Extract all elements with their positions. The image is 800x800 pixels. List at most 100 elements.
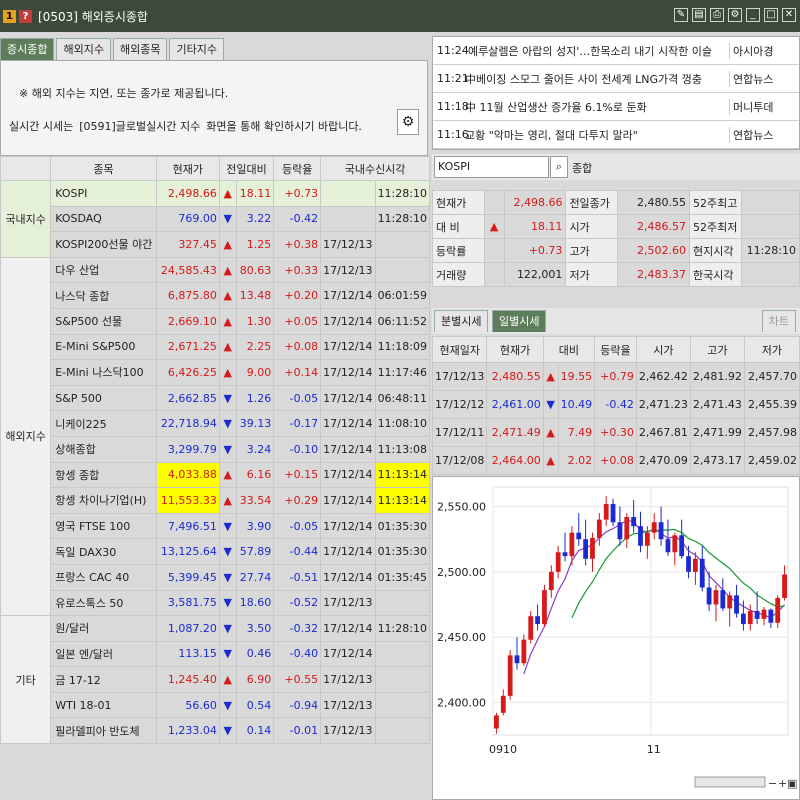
gear-icon[interactable]: ⚙ <box>397 109 419 135</box>
index-name[interactable]: 나스닥 종합 <box>50 282 157 309</box>
down-arrow-icon: ▼ <box>542 390 559 419</box>
table-row[interactable]: 항셍 차이나기업(H) 11,553.33 ▲ 33.54 +0.29 17/12/14 1… <box>1 487 431 514</box>
daily-row[interactable]: 17/12/11 2,471.49 ▲ 7.49 +0.30 2,467.81 2,471.… <box>431 418 800 447</box>
index-name[interactable]: 프랑스 CAC 40 <box>50 563 157 591</box>
table-row[interactable]: KOSPI200선물 야간 327.45 ▲ 1.25 +0.38 17/12/13 <box>1 231 431 258</box>
index-name[interactable]: 원/달러 <box>50 615 157 642</box>
index-name[interactable]: 유로스톡스 50 <box>50 589 157 617</box>
table-row[interactable]: S&P500 선물 2,669.10 ▲ 1.30 +0.05 17/12/14 06:11… <box>1 307 431 335</box>
table-row[interactable]: 기타 원/달러 1,087.20 ▼ 3.50 -0.32 17/12/14 11:28:10 <box>0 615 431 745</box>
index-name[interactable]: S&P500 선물 <box>50 307 157 335</box>
col-header-rate[interactable]: 등락율 <box>273 156 322 181</box>
index-name[interactable]: 금 17-12 <box>50 666 157 693</box>
table-row[interactable]: KOSDAQ 769.00 ▼ 3.22 -0.42 11:28:10 <box>1 205 431 233</box>
col-header-time[interactable]: 국내수신시각 <box>320 156 430 181</box>
news-item[interactable]: 11:18 中 11월 산업생산 증가율 6.1%로 둔화 머니투데 <box>433 93 799 121</box>
index-name[interactable]: 항셍 차이나기업(H) <box>50 487 157 514</box>
index-name[interactable]: 필라델피아 반도체 <box>50 717 157 745</box>
daily-col-header[interactable]: 저가 <box>743 336 800 363</box>
tab-market-summary[interactable]: 증시종합 <box>0 38 55 60</box>
save-icon[interactable]: ▤ <box>692 8 706 22</box>
chart-scrollbar[interactable] <box>694 776 766 788</box>
index-name[interactable]: S&P 500 <box>50 384 157 412</box>
index-name[interactable]: KOSPI200선물 야간 <box>50 231 157 258</box>
daily-row[interactable]: 17/12/08 2,464.00 ▲ 2.02 +0.08 2,470.09 2,473.… <box>431 446 800 475</box>
close-icon[interactable]: ✕ <box>782 8 796 22</box>
index-name[interactable]: WTI 18-01 <box>50 691 157 719</box>
table-row[interactable]: 필라델피아 반도체 1,233.04 ▼ 0.14 -0.01 17/12/13 <box>1 717 431 745</box>
news-item[interactable]: 11:24 '예루살렘은 아랍의 성지'…한목소리 내기 시작한 이슬 아시아경 <box>433 37 799 65</box>
news-headline[interactable]: 中베이징 스모그 줄어든 사이 전세계 LNG가격 껑충 <box>465 71 729 87</box>
recv-time <box>374 256 431 284</box>
maximize-icon[interactable]: □ <box>764 8 778 22</box>
index-name[interactable]: 니케이225 <box>50 410 157 437</box>
index-name[interactable]: 항셍 종합 <box>50 461 157 489</box>
table-row[interactable]: WTI 18-01 56.60 ▼ 0.54 -0.94 17/12/13 <box>1 691 431 719</box>
news-headline[interactable]: 中 11월 산업생산 증가율 6.1%로 둔화 <box>465 99 729 115</box>
tab-minute-price[interactable]: 분별시세 <box>434 310 489 332</box>
table-row[interactable]: 독일 DAX30 13,125.64 ▼ 57.89 -0.44 17/12/14 01:3… <box>1 538 431 565</box>
table-row[interactable]: 금 17-12 1,245.40 ▲ 6.90 +0.55 17/12/13 <box>1 666 431 693</box>
table-row[interactable]: 나스닥 종합 6,875.80 ▲ 13.48 +0.20 17/12/14 06:01:5… <box>1 282 431 309</box>
col-header-change[interactable]: 전일대비 <box>218 156 275 181</box>
tab-overseas-index[interactable]: 해외지수 <box>56 38 111 60</box>
window-title: [0503] 해외증시종합 <box>38 9 148 24</box>
index-name[interactable]: E-Mini S&P500 <box>50 333 157 361</box>
tab-daily-price[interactable]: 일별시세 <box>492 310 547 332</box>
table-row[interactable]: 프랑스 CAC 40 5,399.45 ▼ 27.74 -0.51 17/12/14 01:… <box>1 563 431 591</box>
table-row[interactable]: 해외지수 다우 산업 24,585.43 ▲ 80.63 +0.33 17/12/13 <box>0 256 431 617</box>
daily-col-header[interactable]: 현재일자 <box>431 336 488 363</box>
index-name[interactable]: 다우 산업 <box>50 256 157 284</box>
table-row[interactable]: E-Mini 나스닥100 6,426.25 ▲ 9.00 +0.14 17/12/14 1… <box>1 359 431 386</box>
daily-col-header[interactable]: 현재가 <box>486 336 544 363</box>
chart-button[interactable]: 차트 <box>761 310 796 332</box>
index-name[interactable]: E-Mini 나스닥100 <box>50 359 157 386</box>
col-header-name[interactable]: 종목 <box>50 156 157 181</box>
zoom-out-icon[interactable]: − <box>768 777 777 790</box>
minimize-icon[interactable]: _ <box>746 8 760 22</box>
candle-body <box>535 616 540 625</box>
index-name[interactable]: KOSPI <box>50 180 157 207</box>
index-name[interactable]: 영국 FTSE 100 <box>50 512 157 540</box>
table-row[interactable]: 상해종합 3,299.79 ▼ 3.24 -0.10 17/12/14 11:13:08 <box>1 435 431 463</box>
news-headline[interactable]: '예루살렘은 아랍의 성지'…한목소리 내기 시작한 이슬 <box>465 43 729 59</box>
table-row[interactable]: E-Mini S&P500 2,671.25 ▲ 2.25 +0.08 17/12/14 1… <box>1 333 431 361</box>
symbol-input[interactable]: KOSPI <box>434 156 549 178</box>
table-row[interactable]: 니케이225 22,718.94 ▼ 39.13 -0.17 17/12/14 11:08:… <box>1 410 431 437</box>
window-number-icon[interactable]: 1 <box>3 9 16 23</box>
index-name[interactable]: 일본 엔/달러 <box>50 640 157 668</box>
chart-settings-icon[interactable]: ▣ <box>787 777 797 790</box>
settings-icon[interactable]: ⚙ <box>728 8 742 22</box>
print-icon[interactable]: ⎙ <box>710 8 724 22</box>
news-item[interactable]: 11:16 교황 "악마는 영리, 절대 다투지 말라" 연합뉴스 <box>433 121 799 149</box>
index-name[interactable]: 상해종합 <box>50 435 157 463</box>
daily-cell: 2,457.70 <box>743 362 800 391</box>
candle-body <box>562 552 568 557</box>
table-row[interactable]: S&P 500 2,662.85 ▼ 1.26 -0.05 17/12/14 06:48:1… <box>1 384 431 412</box>
table-row[interactable]: 일본 엔/달러 113.15 ▼ 0.46 -0.40 17/12/14 <box>1 640 431 668</box>
news-headline[interactable]: 교황 "악마는 영리, 절대 다투지 말라" <box>465 127 729 143</box>
daily-row[interactable]: 17/12/13 2,480.55 ▲ 19.55 +0.79 2,462.42 2,481… <box>431 362 800 391</box>
search-icon[interactable]: ⌕ <box>550 156 568 178</box>
index-name[interactable]: 독일 DAX30 <box>50 538 157 565</box>
table-row[interactable]: 유로스톡스 50 3,581.75 ▼ 18.60 -0.52 17/12/13 <box>1 589 431 617</box>
col-header-price[interactable]: 현재가 <box>155 156 220 181</box>
tab-overseas-stocks[interactable]: 해외종목 <box>112 38 168 60</box>
tab-other-index[interactable]: 기타지수 <box>169 38 224 60</box>
daily-col-header[interactable]: 고가 <box>689 336 745 363</box>
help-icon[interactable]: ? <box>19 9 32 23</box>
zoom-in-icon[interactable]: + <box>778 777 787 790</box>
daily-row[interactable]: 17/12/12 2,461.00 ▼ 10.49 -0.42 2,471.23 2,471… <box>431 390 800 419</box>
memo-icon[interactable]: ✎ <box>674 8 688 22</box>
daily-col-header[interactable]: 대비 <box>542 336 596 363</box>
table-row[interactable]: 국내지수 KOSPI 2,498.66 ▲ 18.11 +0.73 11:28:10 <box>0 180 431 258</box>
index-name[interactable]: KOSDAQ <box>50 205 157 233</box>
screen-link[interactable]: [0591]글로벌실시간 지수 <box>79 120 200 133</box>
table-row[interactable]: 항셍 종합 4,033.88 ▲ 6.16 +0.15 17/12/14 11:13:14 <box>1 461 431 489</box>
daily-col-header[interactable]: 등락율 <box>594 336 637 363</box>
recv-time: 11:17:46 <box>374 359 431 386</box>
table-row[interactable]: 영국 FTSE 100 7,496.51 ▼ 3.90 -0.05 17/12/14 01:… <box>1 512 431 540</box>
change-rate: -0.51 <box>273 563 322 591</box>
daily-col-header[interactable]: 시가 <box>635 336 691 363</box>
news-item[interactable]: 11:21 中베이징 스모그 줄어든 사이 전세계 LNG가격 껑충 연합뉴스 <box>433 65 799 93</box>
